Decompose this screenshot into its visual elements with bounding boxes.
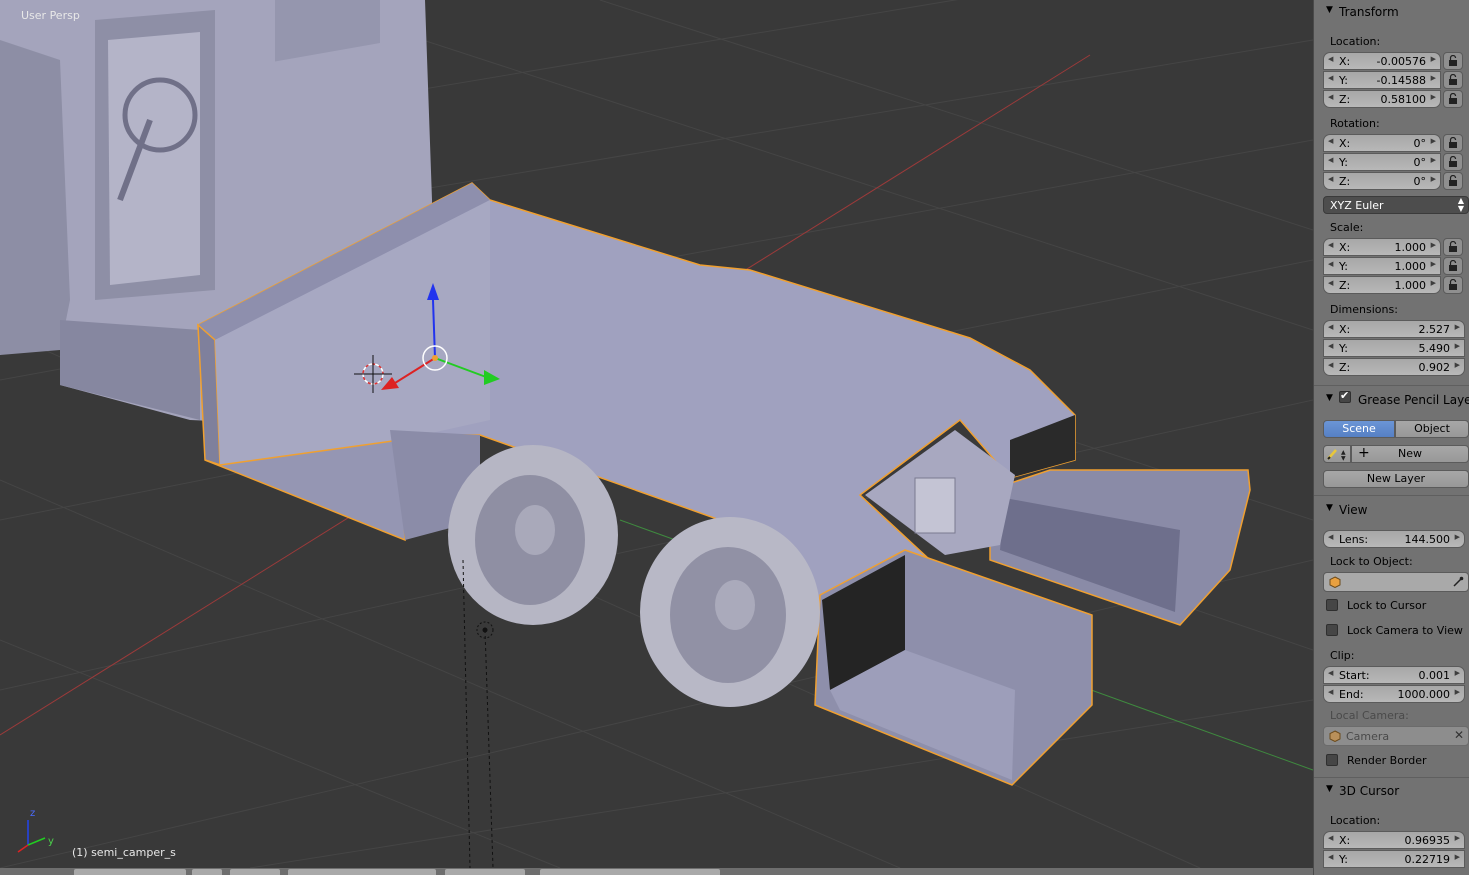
panel-divider	[1314, 495, 1469, 496]
clip-end-field[interactable]: ◀ End: 1000.000 ▶	[1323, 685, 1465, 703]
collapse-triangle-icon: ▼	[1326, 503, 1333, 513]
cursor-location-label: Location:	[1330, 814, 1381, 827]
panel-divider	[1314, 777, 1469, 778]
rotation-mode-select[interactable]: XYZ Euler ▲ ▼	[1323, 196, 1469, 214]
svg-text:▼: ▼	[1341, 455, 1346, 461]
view-label: User Persp	[21, 9, 80, 22]
grease-pencil-new-button[interactable]: + New	[1351, 445, 1469, 463]
new-layer-button[interactable]: New Layer	[1323, 470, 1469, 488]
grease-pencil-scene-tab[interactable]: Scene	[1323, 420, 1395, 438]
pivot-selector[interactable]	[230, 869, 280, 875]
lock-to-cursor-checkbox[interactable]	[1326, 599, 1338, 611]
eyedropper-icon	[1453, 576, 1464, 587]
clip-start-field[interactable]: ◀ Start: 0.001 ▶	[1323, 666, 1465, 684]
lock-rotation-y-icon[interactable]	[1443, 153, 1463, 171]
rotation-z-field[interactable]: ◀ Z: 0° ▶	[1323, 172, 1441, 190]
snap-buttons[interactable]	[540, 869, 720, 875]
mini-axis-y-label: y	[48, 836, 54, 847]
viewport-header	[0, 868, 1313, 875]
dimensions-z-field[interactable]: ◀ Z: 0.902 ▶	[1323, 358, 1465, 376]
transform-header[interactable]: ▼ Transform	[1314, 2, 1469, 22]
dimensions-label: Dimensions:	[1330, 303, 1398, 316]
3d-cursor-header[interactable]: ▼ 3D Cursor	[1314, 781, 1469, 801]
scale-x-field[interactable]: ◀ X: 1.000 ▶	[1323, 238, 1441, 256]
grease-pencil-object-tab[interactable]: Object	[1395, 420, 1469, 438]
local-camera-field[interactable]: Camera ✕	[1323, 726, 1469, 746]
lock-location-y-icon[interactable]	[1443, 71, 1463, 89]
mini-axis-z-label: z	[30, 808, 36, 819]
properties-panel[interactable]: ▼ Transform Location: ◀ X: -0.00576 ▶ ◀ Y: -0…	[1313, 0, 1469, 875]
trailer-bed[interactable]	[197, 182, 1251, 786]
viewport-scene[interactable]	[0, 0, 1313, 868]
location-x-field[interactable]: ◀ X: -0.00576 ▶	[1323, 52, 1441, 70]
lock-rotation-z-icon[interactable]	[1443, 172, 1463, 190]
lens-field[interactable]: ◀ Lens: 144.500 ▶	[1323, 530, 1465, 548]
collapse-triangle-icon: ▼	[1326, 5, 1333, 15]
grease-pencil-datablock-browse[interactable]: ▲ ▼	[1323, 445, 1351, 463]
layer-buttons[interactable]	[445, 869, 525, 875]
location-z-field[interactable]: ◀ Z: 0.58100 ▶	[1323, 90, 1441, 108]
rotation-label: Rotation:	[1330, 117, 1380, 130]
location-label: Location:	[1330, 35, 1381, 48]
view-header[interactable]: ▼ View	[1314, 500, 1469, 520]
scale-y-field[interactable]: ◀ Y: 1.000 ▶	[1323, 257, 1441, 275]
lock-camera-to-view-checkbox[interactable]	[1326, 624, 1338, 636]
shading-selector[interactable]	[192, 869, 222, 875]
clip-label: Clip:	[1330, 649, 1355, 662]
location-y-field[interactable]: ◀ Y: -0.14588 ▶	[1323, 71, 1441, 89]
object-cube-icon	[1329, 576, 1341, 588]
light-object[interactable]	[476, 621, 494, 639]
dimensions-y-field[interactable]: ◀ Y: 5.490 ▶	[1323, 339, 1465, 357]
rotation-x-field[interactable]: ◀ X: 0° ▶	[1323, 134, 1441, 152]
grease-pencil-enable-checkbox[interactable]	[1339, 389, 1351, 403]
rotation-y-field[interactable]: ◀ Y: 0° ▶	[1323, 153, 1441, 171]
render-border-checkbox[interactable]	[1326, 754, 1338, 766]
lock-location-x-icon[interactable]	[1443, 52, 1463, 70]
lock-scale-z-icon[interactable]	[1443, 276, 1463, 294]
active-object-label: (1) semi_camper_s	[72, 846, 176, 859]
lock-scale-y-icon[interactable]	[1443, 257, 1463, 275]
mini-axis-gizmo	[17, 820, 46, 853]
render-border-label: Render Border	[1347, 754, 1427, 767]
object-cube-icon	[1329, 730, 1341, 742]
pencil-icon: ▲▼	[1327, 449, 1346, 461]
dimensions-x-field[interactable]: ◀ X: 2.527 ▶	[1323, 320, 1465, 338]
cursor-location-x-field[interactable]: ◀ X: 0.96935 ▶	[1323, 831, 1465, 849]
cursor-location-y-field[interactable]: ◀ Y: 0.22719 ▶	[1323, 850, 1465, 868]
lock-scale-x-icon[interactable]	[1443, 238, 1463, 256]
up-down-arrows-icon: ▲ ▼	[1457, 196, 1464, 213]
lock-camera-to-view-label: Lock Camera to View	[1347, 624, 1463, 637]
lock-to-cursor-label: Lock to Cursor	[1347, 599, 1427, 612]
manipulator-buttons[interactable]	[288, 869, 436, 875]
clear-x-icon[interactable]: ✕	[1454, 728, 1464, 742]
grease-pencil-header[interactable]: ▼ Grease Pencil Layers	[1314, 389, 1469, 410]
lock-rotation-x-icon[interactable]	[1443, 134, 1463, 152]
lock-to-object-field[interactable]	[1323, 572, 1469, 592]
local-camera-label: Local Camera:	[1330, 709, 1409, 722]
collapse-triangle-icon: ▼	[1326, 393, 1333, 403]
3d-viewport[interactable]: User Persp (1) semi_camper_s z y	[0, 0, 1313, 868]
lock-location-z-icon[interactable]	[1443, 90, 1463, 108]
lock-to-object-label: Lock to Object:	[1330, 555, 1413, 568]
collapse-triangle-icon: ▼	[1326, 784, 1333, 794]
panel-divider	[1314, 385, 1469, 386]
mode-selector[interactable]	[74, 869, 186, 875]
scale-label: Scale:	[1330, 221, 1364, 234]
plus-icon: +	[1358, 445, 1370, 461]
scale-z-field[interactable]: ◀ Z: 1.000 ▶	[1323, 276, 1441, 294]
